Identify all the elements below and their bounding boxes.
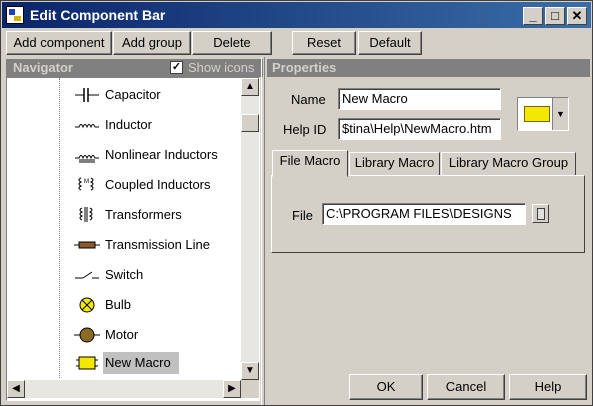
tree-item-label: Switch (105, 267, 144, 282)
tree-item-coupled-inductors[interactable]: M Coupled Inductors (69, 174, 241, 196)
macro-chip-icon (76, 356, 98, 370)
tab-library-macro[interactable]: Library Macro (349, 152, 440, 176)
navigator-header: Navigator ✓ Show icons (6, 59, 263, 77)
file-label: File (292, 208, 313, 223)
tree-item-capacitor[interactable]: Capacitor (69, 84, 241, 106)
scroll-thumb[interactable] (241, 114, 259, 132)
tree-item-label: Transmission Line (105, 237, 211, 252)
scrollbar-corner (241, 380, 259, 398)
tree-item-switch[interactable]: Switch (69, 264, 241, 286)
edit-component-bar-window: Edit Component Bar _ □ ✕ Add component A… (0, 0, 593, 406)
tree-item-label: Transformers (105, 207, 182, 222)
vertical-scrollbar[interactable]: ▲ ▼ (241, 78, 259, 380)
scroll-right-arrow-icon[interactable]: ▶ (223, 380, 241, 398)
minimize-button[interactable]: _ (523, 7, 543, 25)
tree-item-nonlinear-inductors[interactable]: Nonlinear Inductors (69, 144, 241, 166)
tree-item-new-macro[interactable]: New Macro (69, 352, 241, 374)
panel-splitter[interactable] (261, 57, 265, 405)
tab-library-macro-group[interactable]: Library Macro Group (441, 152, 576, 176)
navigator-tree[interactable]: Capacitor Inductor Nonlinear Inductors M… (6, 77, 260, 401)
help-id-label: Help ID (283, 122, 327, 137)
transformer-icon (79, 207, 93, 222)
tree-connector-line (59, 78, 60, 378)
scroll-up-arrow-icon[interactable]: ▲ (241, 78, 259, 96)
properties-header: Properties (267, 59, 590, 77)
scroll-left-arrow-icon[interactable]: ◀ (7, 380, 25, 398)
window-title: Edit Component Bar (30, 7, 166, 23)
maximize-button[interactable]: □ (545, 7, 565, 25)
show-icons-checkbox[interactable]: ✓ (170, 61, 183, 74)
tab-file-macro[interactable]: File Macro (272, 150, 348, 177)
icon-selector[interactable]: ▼ (517, 97, 569, 131)
capacitor-icon (75, 88, 99, 102)
tree-item-label: Capacitor (105, 87, 161, 102)
add-component-button[interactable]: Add component (6, 31, 112, 55)
tree-item-label: Nonlinear Inductors (105, 147, 218, 162)
macro-chip-icon (524, 106, 550, 122)
default-button[interactable]: Default (358, 31, 422, 55)
tree-item-transmission-line[interactable]: Transmission Line (69, 234, 241, 256)
coupled-inductors-icon: M (78, 177, 94, 191)
dialog-buttons: OK Cancel Help (267, 369, 590, 403)
show-icons-label: Show icons (188, 60, 255, 75)
toolbar: Add component Add group Delete Reset Def… (2, 29, 591, 57)
tree-item-label: New Macro (103, 352, 179, 374)
switch-icon (75, 271, 99, 279)
ok-button[interactable]: OK (349, 374, 423, 400)
tree-item-transformers[interactable]: Transformers (69, 204, 241, 226)
tree-item-bulb[interactable]: Bulb (69, 294, 241, 316)
title-bar[interactable]: Edit Component Bar _ □ ✕ (2, 2, 591, 28)
add-group-button[interactable]: Add group (113, 31, 191, 55)
scroll-down-arrow-icon[interactable]: ▼ (241, 362, 259, 380)
tree-item-inductor[interactable]: Inductor (69, 114, 241, 136)
chevron-down-icon[interactable]: ▼ (552, 98, 568, 130)
cancel-button[interactable]: Cancel (427, 374, 505, 400)
tree-item-motor[interactable]: Motor (69, 324, 241, 346)
properties-title: Properties (272, 60, 337, 75)
svg-text:M: M (84, 179, 89, 185)
delete-button[interactable]: Delete (192, 31, 272, 55)
help-button[interactable]: Help (509, 374, 587, 400)
app-icon (6, 6, 24, 24)
tree-item-label: Bulb (105, 297, 132, 312)
close-button[interactable]: ✕ (567, 7, 587, 25)
bulb-icon (79, 297, 95, 313)
help-id-field[interactable]: $tina\Help\NewMacro.htm (338, 118, 501, 140)
nonlinear-inductor-icon (75, 155, 99, 163)
inductor-icon (75, 124, 99, 129)
reset-button[interactable]: Reset (292, 31, 356, 55)
horizontal-scrollbar[interactable]: ◀ ▶ (7, 380, 241, 398)
motor-icon (74, 327, 100, 343)
browse-file-button[interactable] (532, 204, 549, 223)
name-field[interactable]: New Macro (338, 88, 501, 110)
tree-item-label: Inductor (105, 117, 152, 132)
tree-item-label: Coupled Inductors (105, 177, 211, 192)
tree-item-label: Motor (105, 327, 139, 342)
navigator-title: Navigator (13, 60, 73, 75)
transmission-line-icon (74, 241, 100, 249)
name-label: Name (291, 92, 326, 107)
file-path-field[interactable]: C:\PROGRAM FILES\DESIGNS (322, 203, 526, 225)
